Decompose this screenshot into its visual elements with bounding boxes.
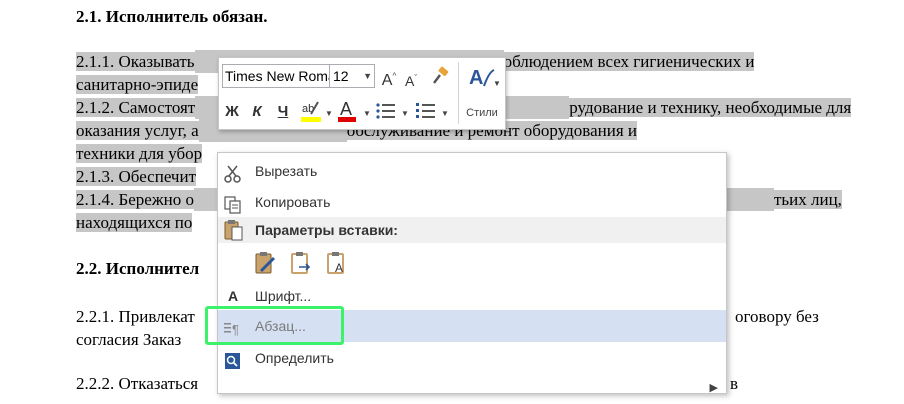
- paste-merge-formatting-button[interactable]: [291, 251, 313, 275]
- paragraph-2-1-1-line2[interactable]: санитарно-эпиде: [76, 73, 199, 96]
- shrink-font-icon: Aˇ: [404, 72, 417, 89]
- annotation-highlight-box: [205, 306, 344, 345]
- numbered-list-icon: [416, 103, 435, 118]
- paragraph-2-2-1-line1[interactable]: 2.2.1. Привлекат: [76, 305, 195, 328]
- heading-2-2: 2.2. Исполнител: [76, 259, 200, 278]
- paragraph-2-2-2-line1-end: в: [730, 374, 739, 393]
- chevron-down-icon[interactable]: ▼: [363, 109, 371, 118]
- font-color-button[interactable]: A: [337, 98, 357, 130]
- paste-keep-source-formatting-icon: [255, 252, 276, 274]
- paragraph-2-2-2-line1: 2.2.2. Отказаться: [76, 374, 199, 393]
- paste-keep-formatting-button[interactable]: [255, 251, 277, 275]
- menu-item-define[interactable]: Определить: [218, 342, 726, 374]
- paragraph-2-1-3[interactable]: 2.1.3. Обеспечит: [76, 165, 197, 188]
- chevron-down-icon[interactable]: ▼: [325, 109, 333, 118]
- paste-options-header: Параметры вставки:: [218, 217, 726, 243]
- paragraph-2-2-1-line1-end: оговору без: [735, 307, 819, 326]
- paste-text-only-button[interactable]: A: [327, 251, 349, 275]
- clipboard-icon: [223, 219, 243, 241]
- font-size-combobox[interactable]: 12 ▼: [329, 64, 375, 88]
- svg-text:A: A: [340, 99, 352, 119]
- italic-button[interactable]: К: [249, 102, 265, 122]
- font-icon: A: [227, 288, 239, 304]
- svg-text:A: A: [335, 261, 343, 275]
- underline-button[interactable]: Ч: [275, 102, 291, 122]
- font-color-swatch: [338, 117, 356, 122]
- mini-toolbar: Times New Roman 12 ▼ A^ Aˇ A ▼ Стили Ж К…: [218, 57, 506, 130]
- highlighter-icon: ab: [301, 101, 321, 122]
- format-painter-icon: [433, 66, 449, 84]
- menu-item-next[interactable]: ▶: [218, 372, 726, 404]
- chevron-right-icon: ▶: [709, 382, 718, 394]
- paragraph-2-1-4-line2[interactable]: находящихся по: [76, 211, 193, 234]
- highlight-color-swatch: [301, 117, 321, 122]
- bullet-list-icon: [376, 103, 395, 119]
- shrink-font-button[interactable]: Aˇ: [403, 68, 419, 91]
- grow-font-icon: A^: [381, 72, 397, 90]
- styles-button[interactable]: A ▼: [465, 64, 501, 98]
- define-icon: [223, 349, 243, 369]
- numbering-button[interactable]: [415, 102, 437, 126]
- highlight-button[interactable]: ab: [299, 98, 323, 130]
- copy-icon: [223, 193, 243, 214]
- menu-item-copy[interactable]: Копировать: [218, 186, 726, 218]
- context-menu: Вырезать Копировать Параметры вставки: A…: [217, 152, 727, 394]
- chevron-down-icon: ▼: [493, 79, 501, 88]
- styles-label: Стили: [466, 107, 498, 119]
- menu-item-cut[interactable]: Вырезать: [218, 155, 726, 187]
- paragraph-2-1-2-line3[interactable]: техники для убор: [76, 142, 203, 165]
- grow-font-button[interactable]: A^: [381, 67, 397, 91]
- paragraph-2-2-1-line2: согласия Заказ: [76, 330, 182, 349]
- format-painter-button[interactable]: [429, 66, 451, 92]
- paste-text-only-icon: A: [327, 252, 344, 275]
- bold-button[interactable]: Ж: [223, 102, 241, 122]
- bullets-button[interactable]: [375, 102, 397, 126]
- chevron-down-icon[interactable]: ▼: [401, 109, 409, 118]
- font-color-icon: A: [338, 99, 356, 122]
- chevron-down-icon: ▼: [363, 71, 372, 81]
- font-name-combobox[interactable]: Times New Roman: [222, 64, 346, 88]
- scissors-icon: [223, 162, 243, 183]
- heading-2-1: 2.1. Исполнитель обязан.: [76, 7, 268, 26]
- svg-text:A: A: [469, 67, 483, 89]
- chevron-down-icon[interactable]: ▼: [441, 109, 449, 118]
- paste-merge-formatting-icon: [291, 252, 311, 274]
